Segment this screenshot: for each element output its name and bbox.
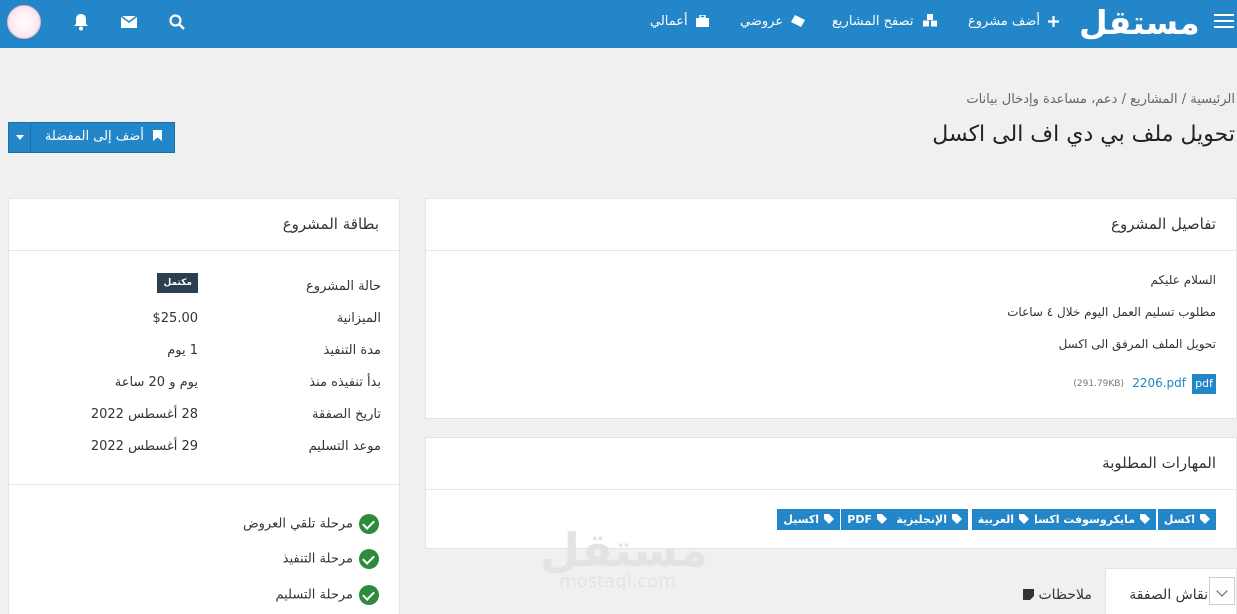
watermark-url: mostaql.com bbox=[559, 571, 676, 592]
row-key: موعد التسليم bbox=[308, 439, 381, 454]
skill-tag[interactable]: العربية bbox=[971, 509, 1035, 530]
skill-tag[interactable]: اكسيل bbox=[777, 509, 840, 530]
description-line: تحويل الملف المرفق الى اكسل bbox=[1058, 337, 1216, 351]
row-value: 29 أغسطس 2022 bbox=[90, 439, 198, 454]
stage-item: مرحلة التنفيذ bbox=[283, 549, 379, 571]
tab-label: ملاحظات bbox=[1038, 587, 1092, 603]
skill-tag[interactable]: مايكروسوفت اكسل bbox=[1022, 509, 1156, 530]
row-value: 1 يوم bbox=[167, 343, 198, 358]
nav-my-bids[interactable]: عروضي bbox=[740, 14, 806, 29]
search-icon[interactable] bbox=[168, 13, 186, 31]
project-details-panel: تفاصيل المشروع السلام عليكم مطلوب تسليم … bbox=[425, 198, 1237, 419]
breadcrumb[interactable]: الرئيسية / المشاريع / دعم، مساعدة وإدخال… bbox=[966, 92, 1235, 107]
project-card-panel: بطاقة المشروع حالة المشروع مكتمل الميزان… bbox=[8, 198, 401, 614]
nav-add-project[interactable]: أضف مشروع bbox=[968, 14, 1060, 29]
cubes-icon bbox=[922, 14, 937, 27]
nav-browse-projects[interactable]: تصفح المشاريع bbox=[832, 14, 938, 29]
status-row: حالة المشروع مكتمل bbox=[9, 273, 401, 299]
skill-tag[interactable]: الإنجليزية bbox=[890, 509, 968, 530]
status-badge: مكتمل bbox=[157, 273, 198, 293]
check-circle-icon bbox=[359, 585, 379, 605]
watermark-logo: مستقل bbox=[540, 523, 709, 577]
plus-icon bbox=[1048, 16, 1060, 27]
avatar[interactable] bbox=[7, 5, 41, 39]
row-value: يوم و 20 ساعة bbox=[114, 375, 198, 390]
nav-label: أضف مشروع bbox=[968, 14, 1041, 29]
row-value: $25.00 bbox=[152, 311, 199, 326]
page-title: تحويل ملف بي دي اف الى اكسل bbox=[932, 122, 1235, 147]
briefcase-icon bbox=[695, 14, 709, 27]
card-row: مدة التنفيذ 1 يوم bbox=[9, 343, 401, 363]
envelope-icon[interactable] bbox=[120, 13, 138, 31]
tab-label: نقاش الصفقة bbox=[1129, 587, 1208, 603]
tab-dropdown-button[interactable] bbox=[1209, 577, 1235, 605]
card-row: بدأ تنفيذه منذ يوم و 20 ساعة bbox=[9, 375, 401, 395]
divider bbox=[9, 484, 401, 485]
favorite-button-label: أضف إلى المفضلة bbox=[44, 129, 144, 144]
stage-item: مرحلة التسليم bbox=[275, 585, 379, 607]
row-key: تاريخ الصفقة bbox=[312, 407, 381, 422]
attachment-link[interactable]: 2206.pdf bbox=[1132, 376, 1186, 390]
nav-label: أعمالي bbox=[650, 14, 688, 29]
bookmark-icon bbox=[153, 130, 162, 141]
card-row: تاريخ الصفقة 28 أغسطس 2022 bbox=[9, 407, 401, 427]
logo[interactable]: مستقل bbox=[1079, 4, 1200, 42]
check-circle-icon bbox=[359, 549, 379, 569]
panel-title: بطاقة المشروع bbox=[282, 215, 379, 233]
add-to-favorites-button[interactable]: أضف إلى المفضلة bbox=[8, 122, 175, 153]
row-key: مدة التنفيذ bbox=[323, 343, 381, 358]
row-key: بدأ تنفيذه منذ bbox=[309, 375, 381, 390]
tag-icon bbox=[824, 514, 834, 524]
nav-my-works[interactable]: أعمالي bbox=[650, 14, 709, 29]
watermark: مستقل mostaql.com bbox=[540, 523, 709, 592]
top-navbar: مستقل أضف مشروع تصفح المشاريع عروضي أعما… bbox=[0, 0, 1237, 48]
panel-title: تفاصيل المشروع bbox=[1111, 215, 1216, 233]
row-key: حالة المشروع bbox=[306, 279, 381, 294]
tag-icon bbox=[1200, 514, 1210, 524]
nav-label: عروضي bbox=[740, 14, 784, 29]
stage-item: مرحلة تلقي العروض bbox=[243, 514, 379, 536]
tag-icon bbox=[877, 514, 887, 524]
pdf-file-icon: pdf bbox=[1192, 374, 1216, 394]
menu-icon[interactable] bbox=[1214, 14, 1234, 30]
chevron-down-icon[interactable] bbox=[9, 123, 31, 152]
tab-notes[interactable]: ملاحظات bbox=[1018, 587, 1092, 603]
row-value: 28 أغسطس 2022 bbox=[90, 407, 198, 422]
skill-tag[interactable]: PDF bbox=[841, 509, 893, 530]
nav-label: تصفح المشاريع bbox=[832, 14, 914, 29]
check-circle-icon bbox=[359, 514, 379, 534]
attachment-size: (291.79KB) bbox=[1073, 379, 1124, 389]
card-row: الميزانية $25.00 bbox=[9, 311, 401, 331]
panel-title: المهارات المطلوبة bbox=[1102, 454, 1216, 472]
tag-icon bbox=[952, 514, 962, 524]
description-line: السلام عليكم bbox=[1150, 273, 1216, 287]
tag-icon bbox=[1140, 514, 1150, 524]
bell-icon[interactable] bbox=[72, 13, 90, 31]
row-key: الميزانية bbox=[336, 311, 381, 326]
skill-tag[interactable]: اكسل bbox=[1157, 509, 1216, 530]
description-line: مطلوب تسليم العمل اليوم خلال ٤ ساعات bbox=[1007, 305, 1216, 319]
tag-icon bbox=[1019, 514, 1029, 524]
sticky-note-icon bbox=[1023, 589, 1034, 600]
ticket-icon bbox=[791, 15, 806, 27]
card-row: موعد التسليم 29 أغسطس 2022 bbox=[9, 439, 401, 459]
